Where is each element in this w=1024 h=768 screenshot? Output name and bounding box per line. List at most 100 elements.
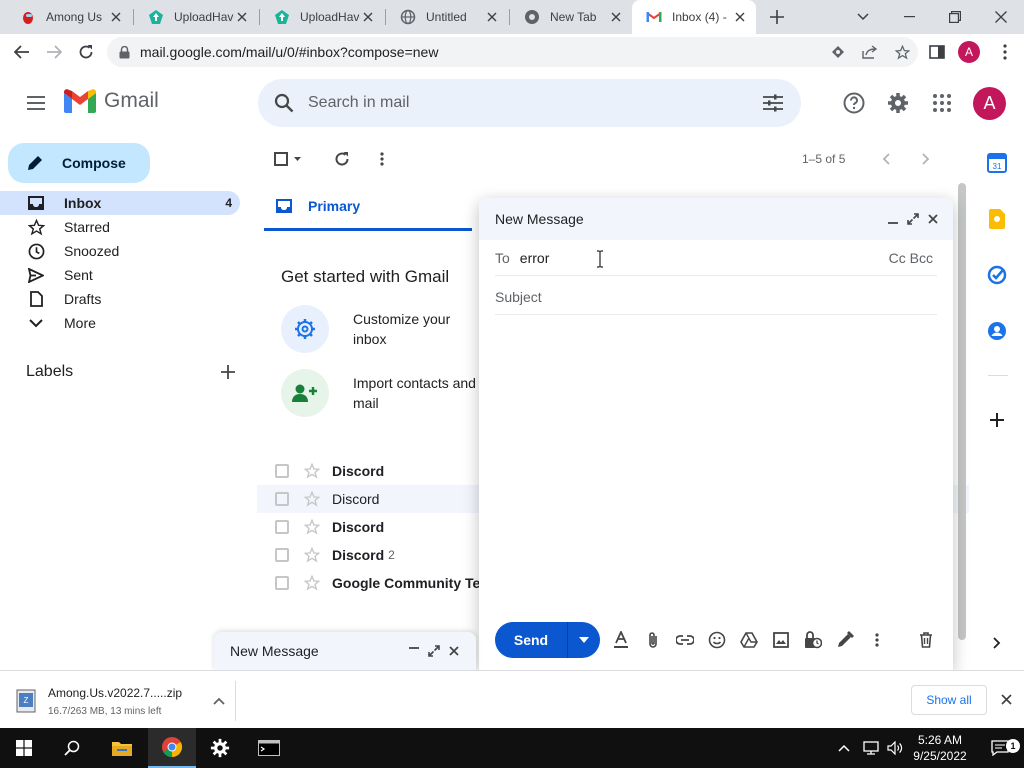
minimize-icon[interactable]	[404, 641, 424, 661]
message-body[interactable]	[495, 322, 937, 612]
contacts-icon[interactable]	[985, 319, 1009, 343]
refresh-icon[interactable]	[332, 147, 352, 171]
browser-tab-uploadhaven-2[interactable]: UploadHaven	[260, 0, 384, 34]
star-icon[interactable]	[304, 491, 320, 507]
tab-search-button[interactable]	[840, 0, 886, 34]
star-icon[interactable]	[304, 547, 320, 563]
formatting-options-icon[interactable]	[610, 629, 632, 651]
create-label-icon[interactable]	[220, 364, 236, 380]
search-bar[interactable]: Search in mail	[258, 79, 801, 127]
show-all-downloads-button[interactable]: Show all	[911, 685, 987, 715]
insert-emoji-icon[interactable]	[706, 629, 728, 651]
close-icon[interactable]	[444, 641, 464, 661]
tab-primary[interactable]: Primary	[264, 183, 472, 231]
restore-window-button[interactable]	[932, 0, 978, 34]
insert-link-icon[interactable]	[674, 629, 696, 651]
tab-close-icon[interactable]	[732, 9, 748, 25]
keep-icon[interactable]	[985, 207, 1009, 231]
more-options-icon[interactable]	[866, 629, 888, 651]
taskbar-clock[interactable]: 5:26 AM 9/25/2022	[905, 732, 975, 764]
browser-tab-gmail[interactable]: Inbox (4) -	[632, 0, 756, 34]
row-checkbox[interactable]	[275, 548, 289, 562]
cc-bcc-link[interactable]: Cc Bcc	[889, 250, 933, 266]
close-icon[interactable]	[923, 209, 943, 229]
subject-field-row[interactable]: Subject	[495, 279, 937, 315]
nav-item-snoozed[interactable]: Snoozed	[0, 239, 240, 263]
bookmark-star-icon[interactable]	[886, 37, 918, 67]
browser-tab-among-us[interactable]: Among Us	[6, 0, 132, 34]
send-button[interactable]: Send	[495, 622, 600, 658]
compose-button[interactable]: Compose	[8, 143, 150, 183]
nav-item-sent[interactable]: Sent	[0, 263, 240, 287]
star-icon[interactable]	[304, 519, 320, 535]
notifications-icon[interactable]: 1	[980, 728, 1020, 768]
get-addons-icon[interactable]	[985, 408, 1009, 432]
new-tab-button[interactable]	[760, 0, 794, 34]
windows-start-icon[interactable]	[0, 728, 48, 768]
subject-input[interactable]: Subject	[495, 289, 542, 305]
side-panel-icon[interactable]	[922, 37, 952, 67]
search-options-icon[interactable]	[763, 94, 783, 112]
forward-button[interactable]	[39, 37, 69, 67]
address-bar[interactable]: mail.google.com/mail/u/0/#inbox?compose=…	[107, 37, 918, 67]
nav-item-inbox[interactable]: Inbox 4	[0, 191, 240, 215]
back-button[interactable]	[7, 37, 37, 67]
share-icon[interactable]	[854, 37, 886, 67]
close-download-shelf-icon[interactable]	[996, 689, 1016, 709]
row-checkbox[interactable]	[275, 520, 289, 534]
minimize-icon[interactable]	[883, 209, 903, 229]
row-checkbox[interactable]	[275, 464, 289, 478]
tab-close-icon[interactable]	[360, 9, 376, 25]
nav-item-starred[interactable]: Starred	[0, 215, 240, 239]
chrome-taskbar-icon[interactable]	[148, 728, 196, 768]
row-checkbox[interactable]	[275, 492, 289, 506]
select-all-checkbox[interactable]	[273, 147, 303, 171]
main-scrollbar[interactable]	[958, 183, 966, 640]
tab-close-icon[interactable]	[234, 9, 250, 25]
google-drive-icon[interactable]	[738, 629, 760, 651]
account-avatar[interactable]: A	[973, 87, 1006, 120]
show-side-panel-icon[interactable]	[985, 631, 1009, 655]
help-icon[interactable]	[838, 87, 870, 119]
google-apps-icon[interactable]	[926, 87, 958, 119]
star-icon[interactable]	[304, 575, 320, 591]
google-lens-icon[interactable]	[822, 37, 854, 67]
chevron-up-icon[interactable]	[213, 697, 225, 705]
tab-close-icon[interactable]	[108, 9, 124, 25]
confidential-mode-icon[interactable]	[802, 629, 824, 651]
browser-tab-new-tab[interactable]: New Tab	[510, 0, 632, 34]
nav-item-more[interactable]: More	[0, 311, 240, 335]
reload-button[interactable]	[71, 37, 101, 67]
discard-draft-icon[interactable]	[915, 629, 937, 651]
search-icon[interactable]	[274, 93, 294, 113]
file-explorer-icon[interactable]	[98, 728, 146, 768]
star-icon[interactable]	[304, 463, 320, 479]
browser-tab-uploadhaven-1[interactable]: UploadHaven	[134, 0, 258, 34]
attach-file-icon[interactable]	[642, 629, 664, 651]
row-checkbox[interactable]	[275, 576, 289, 590]
more-options-icon[interactable]	[375, 147, 389, 171]
close-window-button[interactable]	[978, 0, 1024, 34]
minimize-window-button[interactable]	[886, 0, 932, 34]
settings-gear-icon[interactable]	[882, 87, 914, 119]
tab-close-icon[interactable]	[608, 9, 624, 25]
tip-customize-inbox[interactable]: Customize your inbox	[281, 305, 481, 353]
tasks-icon[interactable]	[985, 263, 1009, 287]
profile-avatar[interactable]: A	[958, 41, 980, 63]
newer-page-icon[interactable]	[879, 147, 893, 171]
calendar-icon[interactable]: 31	[985, 151, 1009, 175]
tip-import-contacts[interactable]: Import contacts and mail	[281, 369, 481, 417]
show-hidden-icons-icon[interactable]	[830, 728, 858, 768]
terminal-icon[interactable]	[245, 728, 293, 768]
tab-close-icon[interactable]	[484, 9, 500, 25]
compose-header[interactable]: New Message	[479, 198, 953, 240]
search-icon[interactable]	[48, 728, 96, 768]
minimized-compose-window[interactable]: New Message	[214, 632, 476, 670]
nav-item-drafts[interactable]: Drafts	[0, 287, 240, 311]
download-item[interactable]: Z Among.Us.v2022.7.....zip 16.7/263 MB, …	[14, 681, 236, 721]
full-screen-icon[interactable]	[903, 209, 923, 229]
full-screen-icon[interactable]	[424, 641, 444, 661]
gmail-logo[interactable]: Gmail	[64, 89, 159, 113]
search-input[interactable]: Search in mail	[308, 94, 763, 112]
settings-gear-icon[interactable]	[196, 728, 244, 768]
